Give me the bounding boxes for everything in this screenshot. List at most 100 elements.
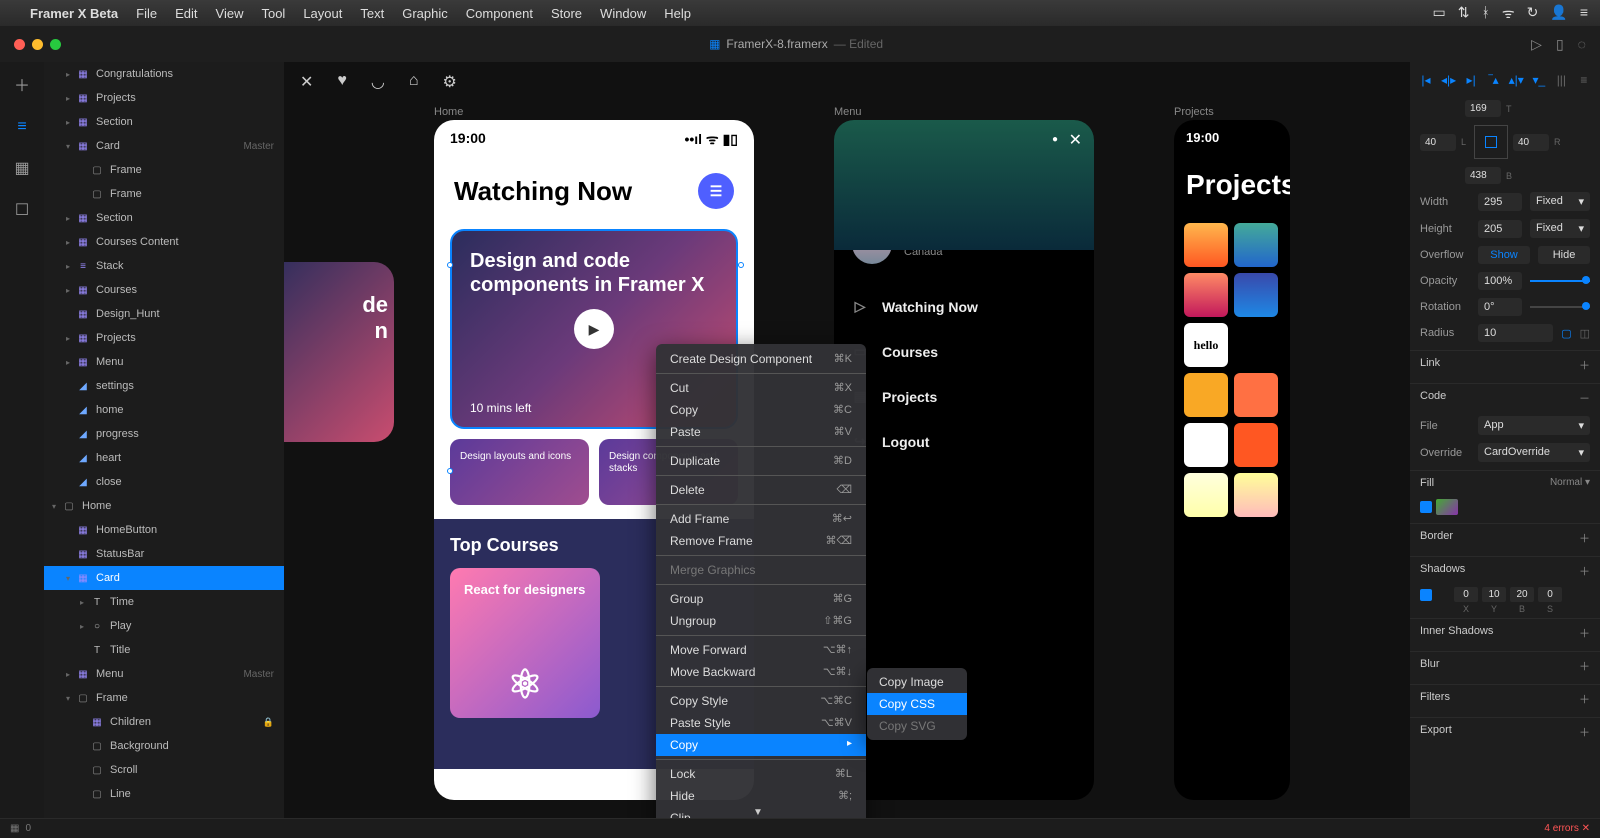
override-dd[interactable]: CardOverride▾ xyxy=(1478,443,1590,462)
layer-progress[interactable]: ◢progress xyxy=(44,422,284,446)
align-top-icon[interactable]: ‾▴ xyxy=(1486,72,1502,88)
shadow-y[interactable]: 10 xyxy=(1482,587,1506,602)
pin-right[interactable]: 40 xyxy=(1513,134,1549,151)
ctx-move-forward[interactable]: Move Forward⌥⌘↑ xyxy=(656,639,866,661)
layer-section[interactable]: ▸▦Section xyxy=(44,110,284,134)
status-errors[interactable]: 4 errors ✕ xyxy=(1544,823,1590,834)
layer-background[interactable]: ▢Background xyxy=(44,734,284,758)
thumb[interactable] xyxy=(1234,473,1278,517)
layer-children[interactable]: ▦Children🔒 xyxy=(44,710,284,734)
layer-projects[interactable]: ▸▦Projects xyxy=(44,326,284,350)
layer-homebutton[interactable]: ▦HomeButton xyxy=(44,518,284,542)
menu-help[interactable]: Help xyxy=(664,6,691,21)
menu-item-logout[interactable]: ↪Logout xyxy=(834,419,1094,464)
menu-file[interactable]: File xyxy=(136,6,157,21)
layer-card[interactable]: ▾▦Card xyxy=(44,566,284,590)
heart-icon[interactable]: ♥ xyxy=(337,72,347,92)
app-name[interactable]: Framer X Beta xyxy=(30,6,118,21)
ctx-move-backward[interactable]: Move Backward⌥⌘↓ xyxy=(656,661,866,683)
overflow-show[interactable]: Show xyxy=(1478,246,1530,264)
settings-icon[interactable]: ⚙ xyxy=(443,72,457,92)
thumb[interactable] xyxy=(1234,423,1278,467)
menu-component[interactable]: Component xyxy=(466,6,533,21)
layer-congratulations[interactable]: ▸▦Congratulations xyxy=(44,62,284,86)
selection-handle[interactable] xyxy=(738,262,744,268)
menu-close-icon[interactable]: ✕ xyxy=(1069,130,1082,150)
selection-handle[interactable] xyxy=(447,468,453,474)
add-blur-icon[interactable]: ＋ xyxy=(1579,658,1590,674)
rotation-slider[interactable] xyxy=(1530,306,1590,308)
thumb[interactable] xyxy=(1184,223,1228,267)
traffic-lights[interactable] xyxy=(14,39,61,50)
small-card-1[interactable]: Design layouts and icons xyxy=(450,439,589,505)
height-input[interactable]: 205 xyxy=(1478,220,1522,238)
layer-menu[interactable]: ▸▦MenuMaster xyxy=(44,662,284,686)
pin-top[interactable]: 169 xyxy=(1465,100,1501,117)
layer-courses-content[interactable]: ▸▦Courses Content xyxy=(44,230,284,254)
fill-toggle[interactable] xyxy=(1420,501,1432,513)
artboard-label-home[interactable]: Home xyxy=(434,106,463,118)
components-icon[interactable]: ▦ xyxy=(14,158,29,178)
ctx-copy[interactable]: Copy▸ xyxy=(656,734,866,756)
opacity-input[interactable]: 100% xyxy=(1478,272,1522,290)
layer-courses[interactable]: ▸▦Courses xyxy=(44,278,284,302)
radius-all-icon[interactable]: ▢ xyxy=(1561,327,1571,340)
fill-mode[interactable]: Normal ▾ xyxy=(1550,477,1590,489)
close-window-button[interactable] xyxy=(14,39,25,50)
layer-projects[interactable]: ▸▦Projects xyxy=(44,86,284,110)
align-right-icon[interactable]: ▸| xyxy=(1463,72,1479,88)
progress-icon[interactable]: ◡ xyxy=(371,72,385,92)
artboard-label-menu[interactable]: Menu xyxy=(834,106,862,118)
menu-graphic[interactable]: Graphic xyxy=(402,6,448,21)
opacity-slider[interactable] xyxy=(1530,280,1590,282)
artboard-projects[interactable]: 19:00 Projects hello xyxy=(1174,120,1290,800)
ctx-lock[interactable]: Lock⌘L xyxy=(656,763,866,785)
ctx-duplicate[interactable]: Duplicate⌘D xyxy=(656,450,866,472)
zoom-window-button[interactable] xyxy=(50,39,61,50)
thumb[interactable] xyxy=(1184,423,1228,467)
ctx-hide[interactable]: Hide⌘; xyxy=(656,785,866,807)
filter-icon[interactable]: ☰ xyxy=(698,173,734,209)
add-shadow-icon[interactable]: ＋ xyxy=(1579,563,1590,579)
menu-item-courses[interactable]: ▭Courses xyxy=(834,329,1094,374)
subctx-copy-image[interactable]: Copy Image xyxy=(867,671,967,693)
menu-window[interactable]: Window xyxy=(600,6,646,21)
add-innershadow-icon[interactable]: ＋ xyxy=(1579,625,1590,641)
file-dd[interactable]: App▾ xyxy=(1478,416,1590,435)
align-center-v-icon[interactable]: ▴|▾ xyxy=(1508,72,1524,88)
shadow-toggle[interactable] xyxy=(1420,589,1432,601)
pin-diagram[interactable] xyxy=(1474,125,1508,159)
fill-swatch[interactable] xyxy=(1436,499,1458,515)
selection-handle[interactable] xyxy=(447,262,453,268)
align-center-h-icon[interactable]: ◂|▸ xyxy=(1441,72,1457,88)
layer-time[interactable]: ▸TTime xyxy=(44,590,284,614)
layer-heart[interactable]: ◢heart xyxy=(44,446,284,470)
thumb[interactable] xyxy=(1184,373,1228,417)
device-icon[interactable]: ▯ xyxy=(1556,36,1564,53)
subctx-copy-css[interactable]: Copy CSS xyxy=(867,693,967,715)
menu-item-projects[interactable]: ▦Projects xyxy=(834,374,1094,419)
layer-play[interactable]: ▸○Play xyxy=(44,614,284,638)
thumb[interactable] xyxy=(1184,473,1228,517)
thumb[interactable] xyxy=(1234,223,1278,267)
menu-layout[interactable]: Layout xyxy=(303,6,342,21)
ctx-paste-style[interactable]: Paste Style⌥⌘V xyxy=(656,712,866,734)
remove-code-icon[interactable]: － xyxy=(1579,390,1590,406)
ctx-copy-style[interactable]: Copy Style⌥⌘C xyxy=(656,690,866,712)
layer-close[interactable]: ◢close xyxy=(44,470,284,494)
menu-view[interactable]: View xyxy=(216,6,244,21)
menu-tool[interactable]: Tool xyxy=(261,6,285,21)
align-bottom-icon[interactable]: ▾_ xyxy=(1531,72,1547,88)
overflow-hide[interactable]: Hide xyxy=(1538,246,1590,264)
ctx-remove-frame[interactable]: Remove Frame⌘⌫ xyxy=(656,530,866,552)
thumb[interactable] xyxy=(1234,323,1278,367)
thumb[interactable] xyxy=(1184,273,1228,317)
context-menu-more-icon[interactable]: ▼ xyxy=(753,807,763,818)
layer-stack[interactable]: ▸≡Stack xyxy=(44,254,284,278)
layer-home[interactable]: ▾▢Home xyxy=(44,494,284,518)
thumb[interactable] xyxy=(1234,373,1278,417)
course-card[interactable]: React for designers ⚛ xyxy=(450,568,600,718)
layer-design_hunt[interactable]: ▦Design_Hunt xyxy=(44,302,284,326)
layer-frame[interactable]: ▢Frame xyxy=(44,158,284,182)
width-mode[interactable]: Fixed▾ xyxy=(1530,192,1590,211)
